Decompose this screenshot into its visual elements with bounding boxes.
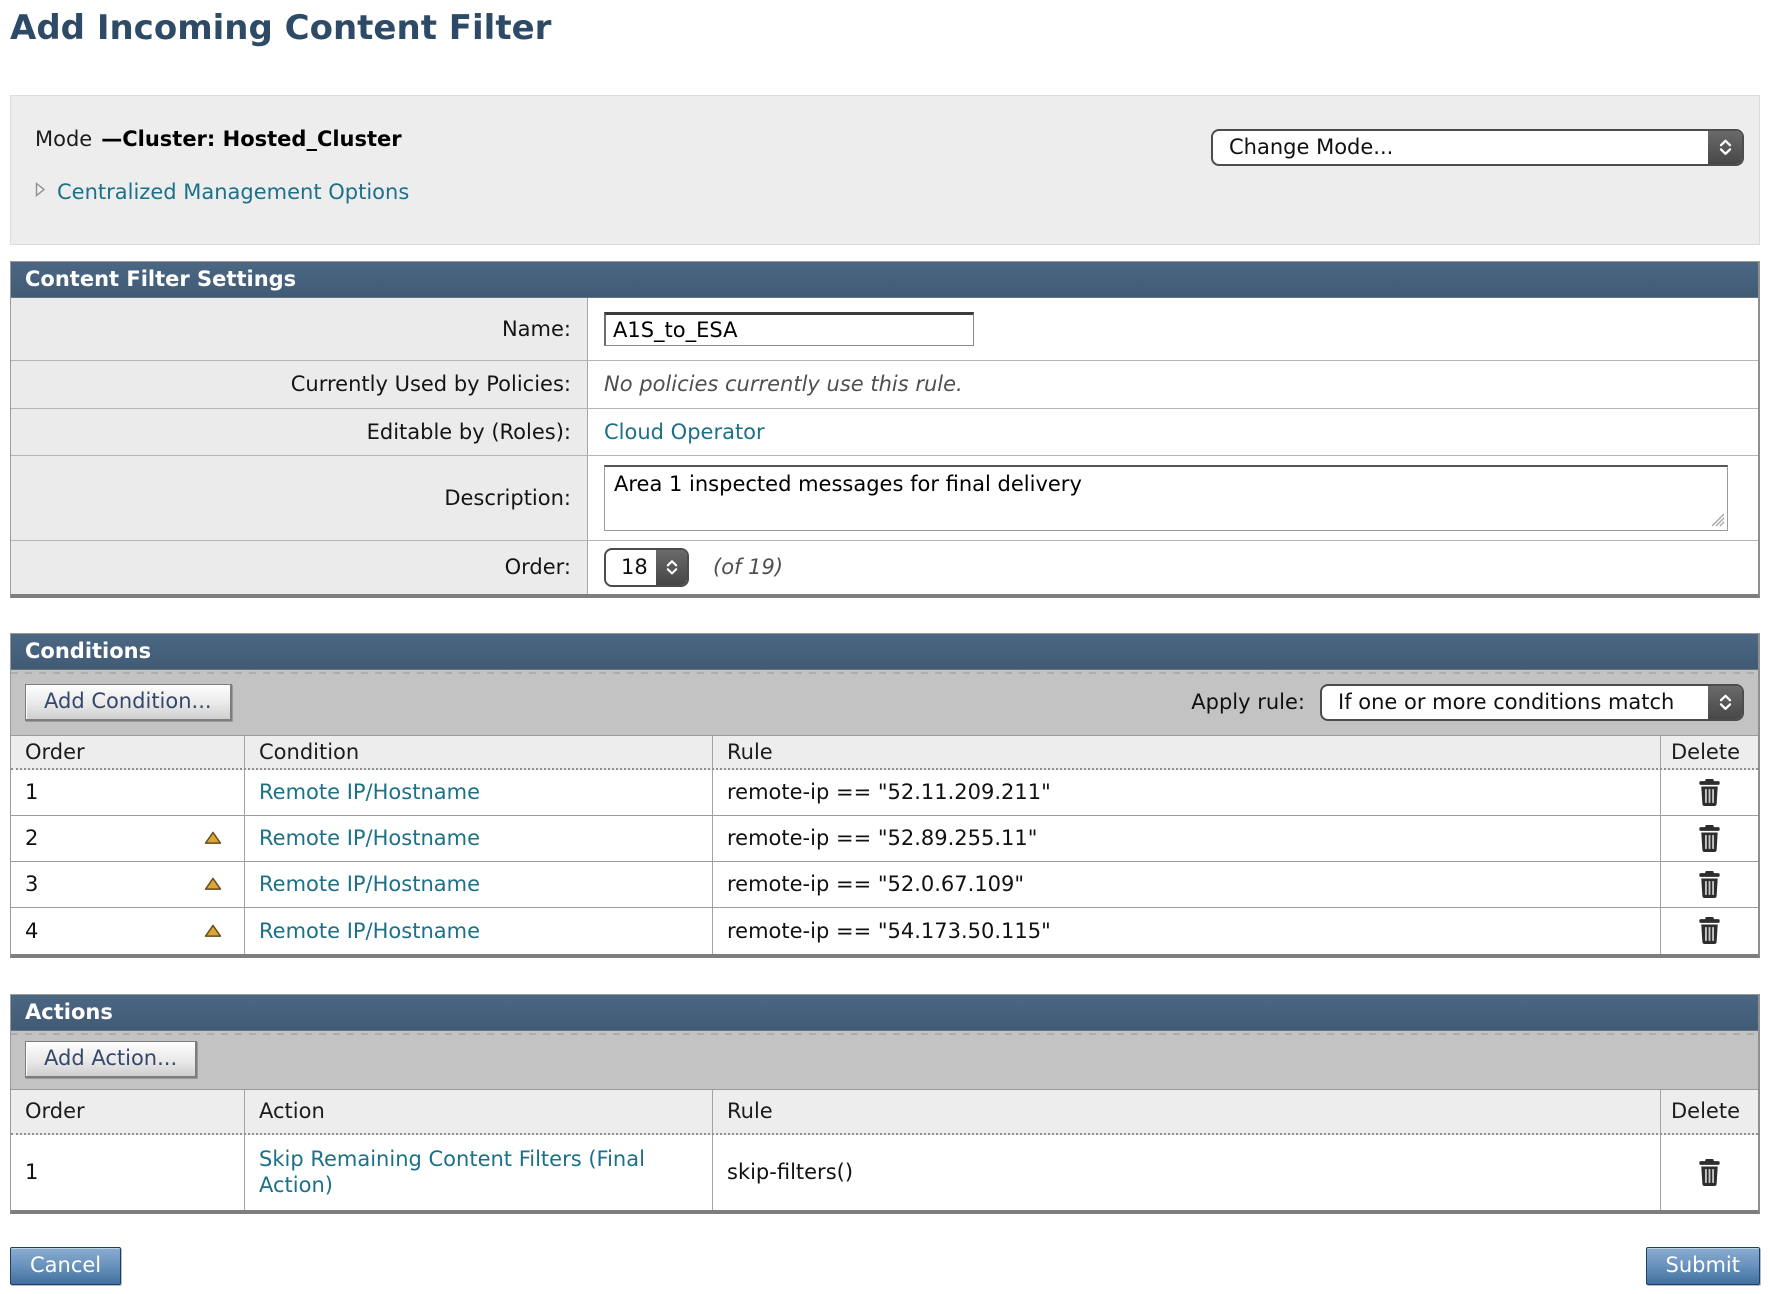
actions-toolbar: Add Action...	[11, 1031, 1758, 1090]
chevrons-up-down-icon	[1708, 131, 1742, 164]
delete-button[interactable]	[1697, 870, 1722, 899]
apply-rule-select[interactable]: If one or more conditions match	[1320, 684, 1744, 721]
footer-button-row: Cancel Submit	[10, 1247, 1760, 1285]
description-label: Description:	[11, 456, 588, 540]
textarea-resize-grip-icon[interactable]	[1711, 513, 1725, 527]
mode-box: Mode —Cluster: Hosted_Cluster Centralized…	[10, 95, 1760, 245]
column-header-rule: Rule	[713, 1090, 1661, 1133]
order-number: 2	[25, 826, 38, 850]
disclosure-triangle-icon[interactable]	[35, 182, 46, 201]
conditions-table-header: Order Condition Rule Delete	[11, 736, 1758, 770]
centralized-management-row: Centralized Management Options	[35, 180, 1744, 204]
column-header-order: Order	[11, 1090, 245, 1133]
order-cell: 1	[11, 770, 245, 815]
rule-text: remote-ip == "52.0.67.109"	[727, 872, 1024, 896]
delete-button[interactable]	[1697, 1158, 1722, 1187]
condition-link[interactable]: Remote IP/Hostname	[259, 826, 480, 850]
centralized-management-link[interactable]: Centralized Management Options	[57, 180, 409, 204]
column-header-delete: Delete	[1661, 736, 1758, 768]
actions-table-header: Order Action Rule Delete	[11, 1090, 1758, 1135]
roles-link[interactable]: Cloud Operator	[604, 420, 765, 444]
column-header-condition: Condition	[245, 736, 713, 768]
conditions-panel: Conditions Add Condition... Apply rule: …	[10, 633, 1760, 958]
order-number: 1	[25, 780, 38, 804]
order-total: (of 19)	[713, 555, 783, 579]
name-input[interactable]	[604, 312, 974, 346]
name-label: Name:	[11, 298, 588, 360]
order-cell: 3	[11, 862, 245, 907]
chevrons-up-down-icon	[656, 550, 687, 585]
conditions-toolbar: Add Condition... Apply rule: If one or m…	[11, 670, 1758, 736]
move-up-button[interactable]	[204, 924, 222, 938]
add-action-button[interactable]: Add Action...	[25, 1041, 197, 1078]
move-up-button[interactable]	[204, 831, 222, 845]
condition-link[interactable]: Remote IP/Hostname	[259, 780, 480, 804]
action-link[interactable]: Skip Remaining Content Filters (Final Ac…	[259, 1138, 679, 1207]
submit-button[interactable]: Submit	[1646, 1247, 1761, 1285]
order-label: Order:	[11, 541, 588, 594]
order-cell: 4	[11, 908, 245, 954]
column-header-rule: Rule	[713, 736, 1661, 768]
table-row: 3 Remote IP/Hostname remote-ip == "52.0.…	[11, 862, 1758, 908]
delete-button[interactable]	[1697, 824, 1722, 853]
column-header-action: Action	[245, 1090, 713, 1133]
order-number: 3	[25, 872, 38, 896]
table-row: 4 Remote IP/Hostname remote-ip == "54.17…	[11, 908, 1758, 954]
rule-text: remote-ip == "54.173.50.115"	[727, 919, 1051, 943]
cancel-button[interactable]: Cancel	[10, 1247, 121, 1285]
order-number: 1	[25, 1160, 38, 1184]
order-select-value: 18	[606, 550, 656, 585]
roles-row: Editable by (Roles): Cloud Operator	[11, 408, 1758, 455]
add-condition-button[interactable]: Add Condition...	[25, 684, 232, 721]
policies-label: Currently Used by Policies:	[11, 361, 588, 408]
change-mode-select-value: Change Mode...	[1213, 131, 1708, 164]
mode-value: —Cluster: Hosted_Cluster	[101, 127, 401, 151]
delete-button[interactable]	[1697, 916, 1722, 945]
column-header-order: Order	[11, 736, 245, 768]
order-cell: 2	[11, 816, 245, 861]
condition-link[interactable]: Remote IP/Hostname	[259, 919, 480, 943]
apply-rule-label: Apply rule:	[1191, 690, 1305, 714]
column-header-delete: Delete	[1661, 1090, 1758, 1133]
conditions-header: Conditions	[11, 634, 1758, 670]
settings-header: Content Filter Settings	[11, 262, 1758, 298]
move-up-button[interactable]	[204, 877, 222, 891]
condition-link[interactable]: Remote IP/Hostname	[259, 872, 480, 896]
actions-header: Actions	[11, 995, 1758, 1031]
policies-row: Currently Used by Policies: No policies …	[11, 360, 1758, 408]
description-textarea[interactable]: Area 1 inspected messages for final deli…	[604, 465, 1728, 531]
order-row: Order: 18 (of 19)	[11, 540, 1758, 594]
content-filter-settings-panel: Content Filter Settings Name: Currently …	[10, 261, 1760, 598]
delete-button[interactable]	[1697, 778, 1722, 807]
name-row: Name:	[11, 298, 1758, 360]
order-select[interactable]: 18	[604, 548, 689, 587]
apply-rule-select-value: If one or more conditions match	[1322, 686, 1708, 719]
table-row: 2 Remote IP/Hostname remote-ip == "52.89…	[11, 816, 1758, 862]
table-row: 1 Remote IP/Hostname remote-ip == "52.11…	[11, 770, 1758, 816]
chevrons-up-down-icon	[1708, 686, 1742, 719]
rule-text: remote-ip == "52.11.209.211"	[727, 780, 1051, 804]
roles-label: Editable by (Roles):	[11, 409, 588, 455]
page-title: Add Incoming Content Filter	[10, 8, 1770, 49]
rule-text: skip-filters()	[727, 1160, 853, 1184]
mode-label: Mode	[35, 127, 92, 151]
description-row: Description: Area 1 inspected messages f…	[11, 455, 1758, 540]
actions-panel: Actions Add Action... Order Action Rule …	[10, 994, 1760, 1214]
order-number: 4	[25, 919, 38, 943]
order-cell: 1	[11, 1135, 245, 1210]
apply-rule-group: Apply rule: If one or more conditions ma…	[1191, 684, 1744, 721]
table-row: 1 Skip Remaining Content Filters (Final …	[11, 1135, 1758, 1210]
change-mode-select[interactable]: Change Mode...	[1211, 129, 1744, 166]
rule-text: remote-ip == "52.89.255.11"	[727, 826, 1037, 850]
policies-value: No policies currently use this rule.	[604, 372, 963, 396]
